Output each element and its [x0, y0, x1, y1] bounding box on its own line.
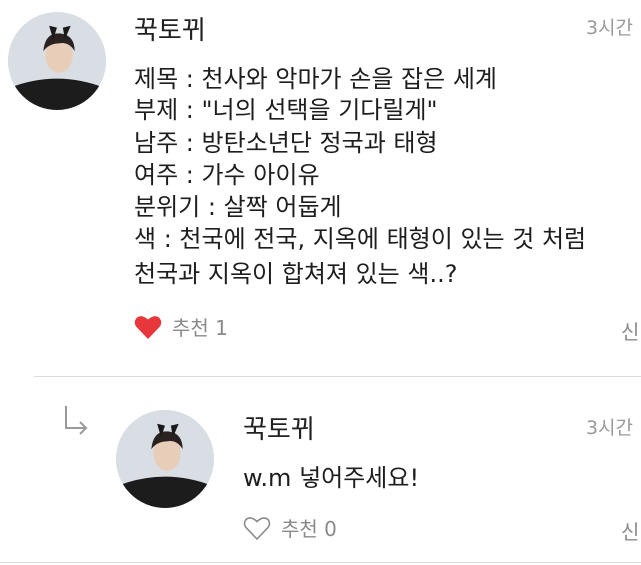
comment-divider	[34, 376, 641, 377]
comment-line: 부제 : "너의 선택을 기다릴게"	[134, 96, 438, 124]
heart-outline-icon	[243, 516, 271, 540]
comment-report-button[interactable]: 신	[621, 316, 639, 345]
avatar-photo	[8, 12, 106, 110]
reply-arrow-icon	[65, 406, 88, 435]
comment-line: 분위기 : 살짝 어둡게	[134, 193, 342, 221]
reply-like-label: 추천 0	[281, 517, 337, 541]
comment-line: 색 : 천국에 전국, 지옥에 태형이 있는 것 처럼	[134, 225, 587, 253]
heart-filled-icon	[134, 315, 162, 339]
reply-text: w.m 넣어주세요!	[243, 464, 420, 492]
comment-avatar[interactable]	[8, 12, 106, 110]
comment-line: 남주 : 방탄소년단 정국과 태형	[134, 129, 438, 157]
reply-author[interactable]: 꾹토뀌	[243, 409, 315, 446]
reply-report-button[interactable]: 신	[621, 516, 639, 545]
comment-line: 여주 : 가수 아이유	[134, 161, 320, 189]
comment-time: 3시간	[585, 17, 633, 39]
reply-like-button[interactable]: 추천 0	[243, 513, 337, 542]
comment-author[interactable]: 꾹토뀌	[134, 10, 206, 47]
reply-divider	[0, 562, 641, 563]
avatar-photo	[116, 410, 214, 508]
reply-time: 3시간	[585, 417, 633, 439]
reply-avatar[interactable]	[116, 410, 214, 508]
comment-line: 천국과 지옥이 합쳐져 있는 색..?	[134, 260, 458, 288]
comment-line: 제목 : 천사와 악마가 손을 잡은 세계	[134, 65, 497, 93]
comment-like-label: 추천 1	[172, 316, 228, 340]
comment-like-button[interactable]: 추천 1	[134, 312, 228, 341]
